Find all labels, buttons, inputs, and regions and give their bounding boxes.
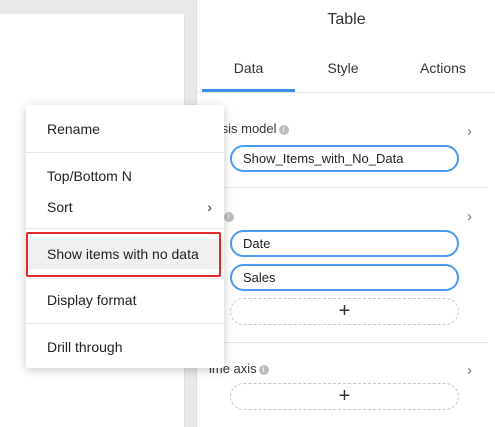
menu-item-drill-through[interactable]: Drill through (26, 332, 224, 362)
menu-item-show-items-with-no-data[interactable]: Show items with no data (26, 239, 224, 269)
menu-item-sort-label: Sort (47, 199, 73, 215)
tab-data[interactable]: Data (202, 48, 295, 92)
chevron-right-icon[interactable]: › (467, 123, 472, 140)
menu-separator (26, 152, 224, 153)
menu-item-sort[interactable]: Sort › (26, 192, 224, 222)
analysis-model-value[interactable]: Show_Items_with_No_Data (230, 145, 459, 172)
section-divider (205, 187, 488, 188)
tab-style[interactable]: Style (297, 48, 389, 92)
menu-item-rename[interactable]: Rename (26, 114, 224, 144)
tab-actions[interactable]: Actions (393, 48, 493, 92)
info-icon[interactable]: i (278, 125, 289, 135)
panel-title: Table (327, 11, 366, 28)
add-field-button[interactable]: + (230, 298, 459, 325)
menu-separator (26, 228, 224, 229)
info-icon[interactable]: i (223, 212, 234, 222)
context-menu: Rename Top/Bottom N Sort › Show items wi… (26, 105, 224, 368)
field-item-date[interactable]: Date (230, 230, 459, 257)
info-icon[interactable]: i (258, 365, 269, 375)
menu-item-top-bottom-n[interactable]: Top/Bottom N (26, 161, 224, 191)
menu-item-display-format[interactable]: Display format (26, 285, 224, 315)
chevron-right-icon[interactable]: › (467, 208, 472, 225)
section-divider (205, 342, 488, 343)
menu-separator (26, 323, 224, 324)
menu-separator (26, 278, 224, 279)
properties-panel: Table Data Style Actions alysis model i ›… (196, 0, 495, 427)
field-item-sales[interactable]: Sales (230, 264, 459, 291)
add-time-axis-button[interactable]: + (230, 383, 459, 410)
chevron-right-icon[interactable]: › (467, 362, 472, 379)
chevron-right-icon: › (207, 199, 212, 215)
panel-tabs: Data Style Actions (197, 48, 495, 93)
